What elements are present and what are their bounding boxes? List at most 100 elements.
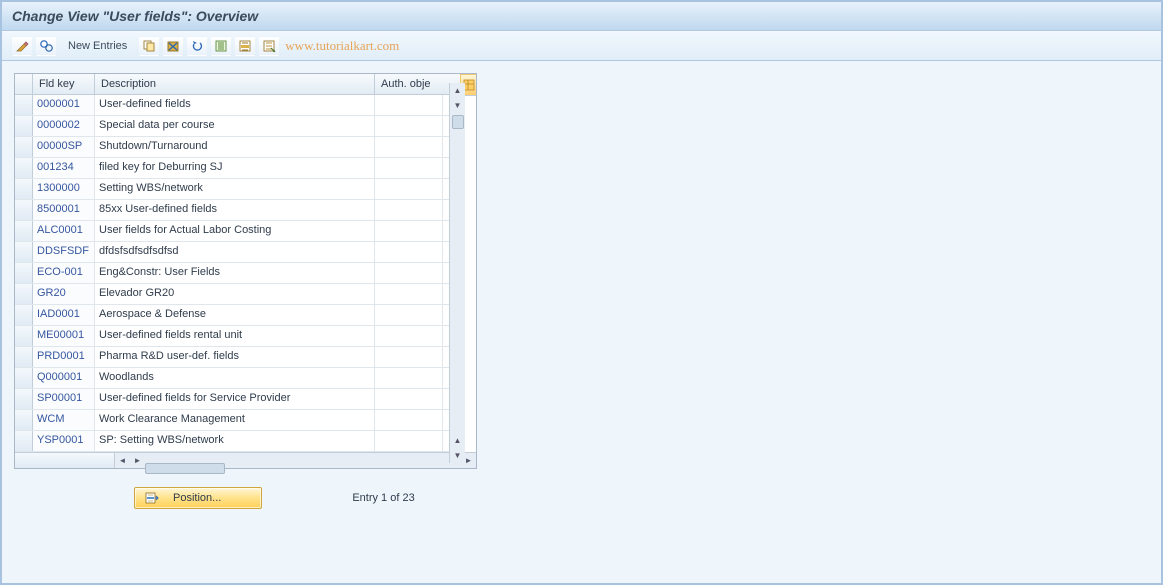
- cell-fld-key[interactable]: WCM: [33, 410, 95, 430]
- cell-auth-obje[interactable]: [375, 263, 443, 283]
- cell-auth-obje[interactable]: [375, 410, 443, 430]
- cell-fld-key[interactable]: ALC0001: [33, 221, 95, 241]
- table-row[interactable]: 001234filed key for Deburring SJ: [15, 158, 460, 179]
- scroll-down-arrow[interactable]: ▼: [450, 98, 465, 113]
- table-row[interactable]: DDSFSDFdfdsfsdfsdfsdfsd: [15, 242, 460, 263]
- column-header-description[interactable]: Description: [95, 74, 375, 94]
- cell-fld-key[interactable]: 1300000: [33, 179, 95, 199]
- table-row[interactable]: ME00001User-defined fields rental unit: [15, 326, 460, 347]
- cell-auth-obje[interactable]: [375, 221, 443, 241]
- horizontal-scrollbar[interactable]: ◄ ► ◄ ►: [15, 452, 476, 468]
- table-row[interactable]: GR20Elevador GR20: [15, 284, 460, 305]
- cell-fld-key[interactable]: 0000001: [33, 95, 95, 115]
- row-selector-header[interactable]: [15, 74, 33, 94]
- cell-description[interactable]: User-defined fields: [95, 95, 375, 115]
- table-row[interactable]: 0000001User-defined fields: [15, 95, 460, 116]
- cell-description[interactable]: Eng&Constr: User Fields: [95, 263, 375, 283]
- table-row[interactable]: WCMWork Clearance Management: [15, 410, 460, 431]
- cell-auth-obje[interactable]: [375, 137, 443, 157]
- table-row[interactable]: PRD0001Pharma R&D user-def. fields: [15, 347, 460, 368]
- scroll-up-arrow[interactable]: ▲: [450, 83, 465, 98]
- cell-auth-obje[interactable]: [375, 95, 443, 115]
- row-selector[interactable]: [15, 347, 33, 367]
- cell-fld-key[interactable]: ME00001: [33, 326, 95, 346]
- cell-auth-obje[interactable]: [375, 242, 443, 262]
- select-block-button[interactable]: [235, 36, 255, 56]
- undo-change-button[interactable]: [187, 36, 207, 56]
- cell-description[interactable]: User-defined fields rental unit: [95, 326, 375, 346]
- cell-auth-obje[interactable]: [375, 116, 443, 136]
- row-selector[interactable]: [15, 137, 33, 157]
- row-selector[interactable]: [15, 242, 33, 262]
- cell-description[interactable]: Special data per course: [95, 116, 375, 136]
- row-selector[interactable]: [15, 263, 33, 283]
- row-selector[interactable]: [15, 179, 33, 199]
- cell-auth-obje[interactable]: [375, 368, 443, 388]
- toggle-display-change-button[interactable]: [12, 36, 32, 56]
- row-selector[interactable]: [15, 221, 33, 241]
- vertical-scroll-thumb[interactable]: [452, 115, 464, 129]
- cell-fld-key[interactable]: DDSFSDF: [33, 242, 95, 262]
- row-selector[interactable]: [15, 389, 33, 409]
- row-selector[interactable]: [15, 158, 33, 178]
- cell-fld-key[interactable]: GR20: [33, 284, 95, 304]
- cell-auth-obje[interactable]: [375, 179, 443, 199]
- cell-description[interactable]: filed key for Deburring SJ: [95, 158, 375, 178]
- cell-description[interactable]: dfdsfsdfsdfsdfsd: [95, 242, 375, 262]
- table-row[interactable]: 0000002Special data per course: [15, 116, 460, 137]
- copy-as-button[interactable]: [139, 36, 159, 56]
- scroll-down-arrow-2[interactable]: ▼: [450, 448, 465, 463]
- cell-fld-key[interactable]: PRD0001: [33, 347, 95, 367]
- table-row[interactable]: SP00001User-defined fields for Service P…: [15, 389, 460, 410]
- table-row[interactable]: 00000SPShutdown/Turnaround: [15, 137, 460, 158]
- cell-auth-obje[interactable]: [375, 431, 443, 451]
- row-selector[interactable]: [15, 200, 33, 220]
- find-button[interactable]: [36, 36, 56, 56]
- position-button[interactable]: Position...: [134, 487, 262, 509]
- cell-description[interactable]: SP: Setting WBS/network: [95, 431, 375, 451]
- cell-description[interactable]: Elevador GR20: [95, 284, 375, 304]
- cell-fld-key[interactable]: 0000002: [33, 116, 95, 136]
- row-selector[interactable]: [15, 431, 33, 451]
- delete-button[interactable]: [163, 36, 183, 56]
- cell-description[interactable]: 85xx User-defined fields: [95, 200, 375, 220]
- cell-description[interactable]: Work Clearance Management: [95, 410, 375, 430]
- cell-auth-obje[interactable]: [375, 284, 443, 304]
- scroll-right-arrow[interactable]: ►: [130, 453, 145, 468]
- cell-fld-key[interactable]: 8500001: [33, 200, 95, 220]
- cell-auth-obje[interactable]: [375, 305, 443, 325]
- cell-fld-key[interactable]: SP00001: [33, 389, 95, 409]
- cell-description[interactable]: Setting WBS/network: [95, 179, 375, 199]
- cell-description[interactable]: User-defined fields for Service Provider: [95, 389, 375, 409]
- horizontal-scroll-thumb[interactable]: [145, 463, 225, 474]
- table-row[interactable]: 1300000Setting WBS/network: [15, 179, 460, 200]
- cell-description[interactable]: User fields for Actual Labor Costing: [95, 221, 375, 241]
- row-selector[interactable]: [15, 368, 33, 388]
- table-row[interactable]: IAD0001Aerospace & Defense: [15, 305, 460, 326]
- table-row[interactable]: ALC0001User fields for Actual Labor Cost…: [15, 221, 460, 242]
- cell-description[interactable]: Aerospace & Defense: [95, 305, 375, 325]
- row-selector[interactable]: [15, 95, 33, 115]
- cell-auth-obje[interactable]: [375, 347, 443, 367]
- cell-fld-key[interactable]: 001234: [33, 158, 95, 178]
- cell-auth-obje[interactable]: [375, 326, 443, 346]
- table-row[interactable]: 850000185xx User-defined fields: [15, 200, 460, 221]
- row-selector[interactable]: [15, 326, 33, 346]
- cell-description[interactable]: Pharma R&D user-def. fields: [95, 347, 375, 367]
- cell-fld-key[interactable]: YSP0001: [33, 431, 95, 451]
- row-selector[interactable]: [15, 410, 33, 430]
- scroll-up-arrow-2[interactable]: ▲: [450, 433, 465, 448]
- table-row[interactable]: YSP0001SP: Setting WBS/network: [15, 431, 460, 452]
- row-selector[interactable]: [15, 116, 33, 136]
- cell-fld-key[interactable]: Q000001: [33, 368, 95, 388]
- cell-fld-key[interactable]: ECO-001: [33, 263, 95, 283]
- row-selector[interactable]: [15, 284, 33, 304]
- cell-description[interactable]: Shutdown/Turnaround: [95, 137, 375, 157]
- select-all-button[interactable]: [211, 36, 231, 56]
- cell-auth-obje[interactable]: [375, 389, 443, 409]
- cell-fld-key[interactable]: IAD0001: [33, 305, 95, 325]
- column-header-auth-obje[interactable]: Auth. obje: [375, 74, 443, 94]
- column-header-fld-key[interactable]: Fld key: [33, 74, 95, 94]
- new-entries-button[interactable]: New Entries: [60, 38, 135, 54]
- scroll-left-arrow[interactable]: ◄: [115, 453, 130, 468]
